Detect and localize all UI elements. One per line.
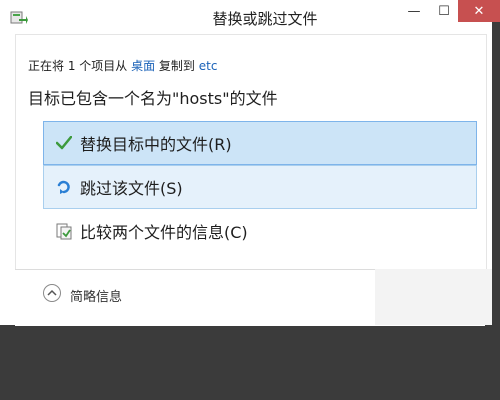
replace-or-skip-dialog: 替换或跳过文件 — ☐ ✕ 正在将 1 个项目从 桌面 复制到 etc 目标已包…: [0, 0, 500, 326]
file-copy-icon: [10, 10, 28, 26]
desktop-background: [0, 325, 500, 400]
compare-files-icon: [54, 221, 74, 241]
chevron-up-icon[interactable]: [43, 284, 61, 302]
footer-shadow: [375, 269, 492, 325]
desktop-background-edge: [492, 0, 500, 325]
replace-file-label: 替换目标中的文件(R): [80, 135, 232, 154]
status-middle: 复制到: [155, 59, 199, 73]
screen: 替换或跳过文件 — ☐ ✕ 正在将 1 个项目从 桌面 复制到 etc 目标已包…: [0, 0, 500, 400]
close-button[interactable]: ✕: [458, 0, 500, 22]
maximize-button[interactable]: ☐: [430, 0, 458, 22]
fewer-details-toggle[interactable]: 简略信息: [70, 286, 122, 305]
skip-file-label: 跳过该文件(S): [80, 179, 183, 198]
compare-files-label: 比较两个文件的信息(C): [80, 223, 248, 242]
close-icon: ✕: [473, 3, 485, 19]
status-prefix: 正在将 1 个项目从: [28, 59, 132, 73]
replace-file-option[interactable]: 替换目标中的文件(R): [43, 121, 477, 165]
title-bar[interactable]: 替换或跳过文件 — ☐ ✕: [0, 0, 500, 34]
compare-files-option[interactable]: 比较两个文件的信息(C): [43, 209, 477, 253]
minimize-button[interactable]: —: [400, 0, 428, 22]
checkmark-icon: [54, 133, 74, 153]
source-folder-link[interactable]: 桌面: [131, 59, 155, 73]
maximize-icon: ☐: [438, 3, 450, 19]
copy-status-line: 正在将 1 个项目从 桌面 复制到 etc: [28, 57, 217, 74]
window-title: 替换或跳过文件: [212, 10, 318, 28]
skip-file-option[interactable]: 跳过该文件(S): [43, 165, 477, 209]
conflict-heading: 目标已包含一个名为"hosts"的文件: [28, 89, 278, 108]
skip-arrow-icon: [54, 177, 74, 197]
minimize-icon: —: [407, 3, 421, 19]
destination-folder-link[interactable]: etc: [199, 59, 218, 73]
